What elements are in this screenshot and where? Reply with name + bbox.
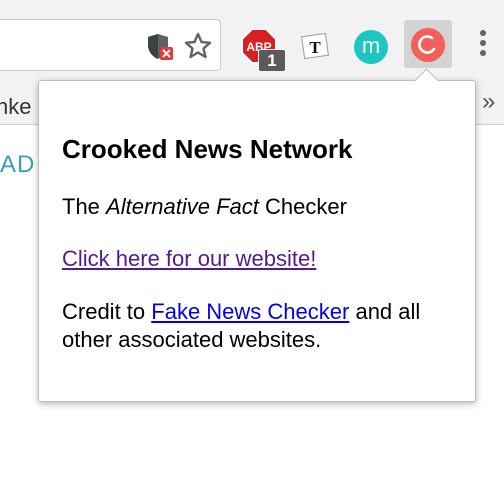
page-text-fragment: AD [0, 151, 36, 178]
bookmark-item[interactable]: nke [0, 94, 31, 120]
bookmark-star-icon[interactable] [183, 31, 213, 61]
popup-title: Crooked News Network [62, 134, 353, 164]
credit-prefix: Credit to [62, 299, 152, 324]
crooked-news-extension-icon[interactable] [411, 28, 445, 62]
fake-news-checker-link[interactable]: Fake News Checker [151, 299, 349, 324]
tagline-suffix: Checker [258, 194, 347, 219]
popup-tagline: The Alternative Fact Checker [62, 194, 347, 220]
bookmarks-overflow-chevron[interactable]: » [482, 88, 495, 116]
credit-text: Credit to Fake News Checker and all othe… [62, 298, 442, 354]
t-extension-label: T [309, 38, 321, 57]
tagline-prefix: The [62, 194, 107, 219]
shield-blocked-icon[interactable] [148, 32, 174, 62]
m-extension-icon[interactable]: m [354, 30, 388, 64]
website-link[interactable]: Click here for our website! [62, 246, 316, 272]
m-extension-label: m [361, 33, 381, 58]
t-extension-icon[interactable]: T [299, 31, 331, 61]
adblock-count-badge: 1 [258, 49, 286, 72]
tagline-emphasis: Alternative Fact [106, 194, 259, 219]
more-vertical-icon[interactable] [477, 30, 489, 64]
